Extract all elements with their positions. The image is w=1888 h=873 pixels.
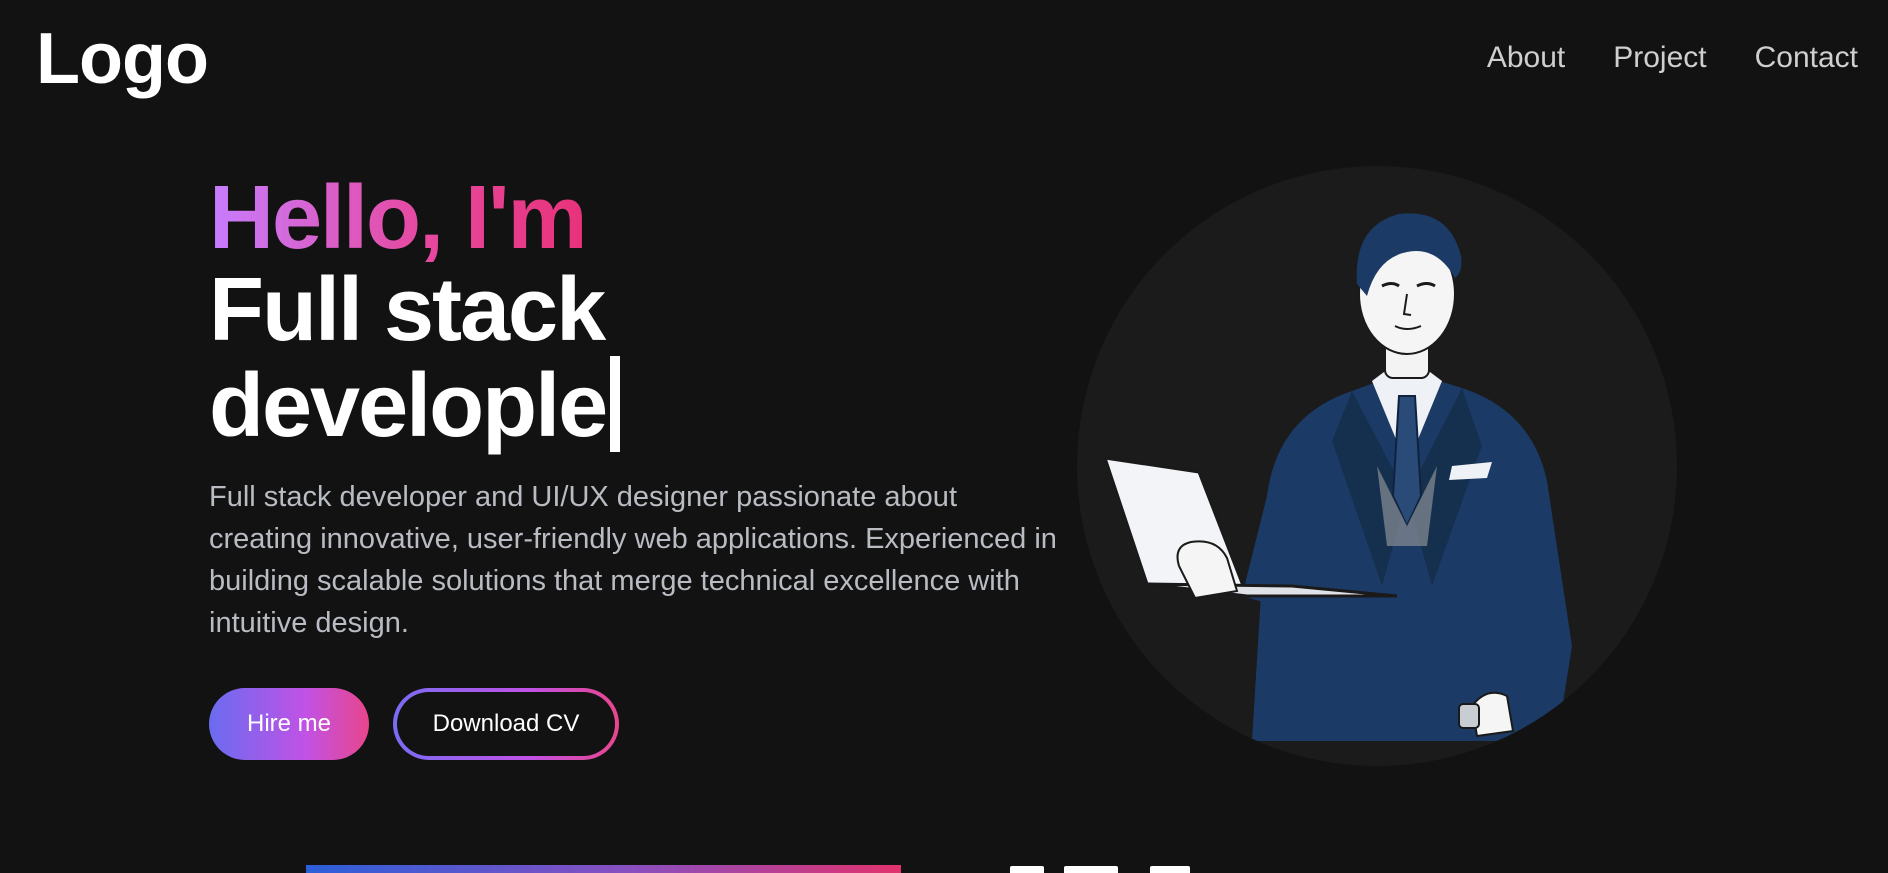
main-nav: About Project Contact: [1487, 38, 1858, 78]
hero-section: Hello, I'm Full stack develople Full sta…: [209, 172, 1069, 644]
hero-intro: Full stack developer and UI/UX designer …: [209, 481, 1057, 639]
typing-cursor: [610, 356, 621, 452]
portrait-circle: [1077, 166, 1677, 766]
hire-me-button[interactable]: Hire me: [209, 688, 369, 760]
next-section-heading-peek: [1000, 862, 1250, 873]
hero-role-line-2-text: develople: [209, 356, 608, 456]
nav-link-contact[interactable]: Contact: [1755, 38, 1858, 78]
nav-link-project[interactable]: Project: [1613, 38, 1706, 78]
portfolio-page: Logo About Project Contact Hello, I'm Fu…: [0, 0, 1888, 873]
logo[interactable]: Logo: [36, 18, 209, 100]
hero-buttons: Hire me Download CV: [209, 688, 619, 760]
hero-role: Full stack develople: [209, 264, 769, 452]
download-cv-button-border: Download CV: [393, 688, 619, 760]
hero-role-line-2: develople: [209, 356, 769, 452]
hero-greeting: Hello, I'm: [209, 168, 587, 268]
nav-link-about[interactable]: About: [1487, 38, 1565, 78]
hero-role-line-1: Full stack: [209, 260, 606, 360]
section-divider-bar: [306, 865, 901, 873]
download-cv-button[interactable]: Download CV: [397, 692, 615, 756]
developer-with-laptop-illustration: [1102, 213, 1572, 741]
